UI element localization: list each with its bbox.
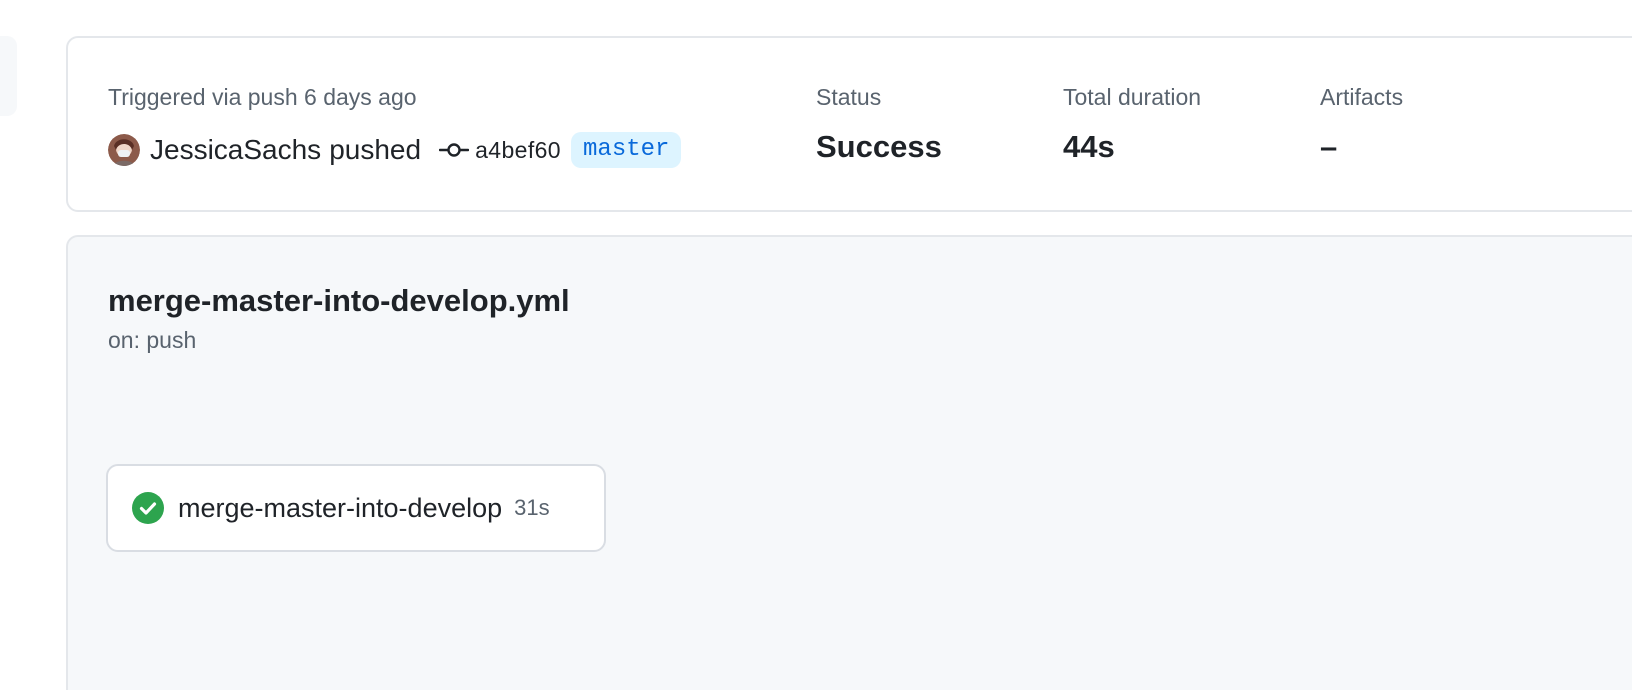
push-action-text: pushed [329,134,422,165]
check-circle-icon [132,492,164,524]
status-label: Status [816,84,882,110]
workflow-graph-card: merge-master-into-develop.yml on: push m… [66,235,1632,690]
trigger-description: Triggered via push 6 days ago [108,84,417,110]
duration-label: Total duration [1063,84,1202,110]
artifacts-stat: Artifacts – [1320,84,1403,165]
push-details: JessicaSachs pushed a4bef60 master [108,130,682,170]
duration-value: 44s [1063,129,1115,164]
artifacts-value: – [1320,129,1338,164]
job-name: merge-master-into-develop [178,492,503,523]
run-summary-card: Triggered via push 6 days ago JessicaSac… [66,36,1632,212]
workflow-trigger-text: on: push [108,327,197,353]
status-value: Success [816,129,942,164]
status-stat: Status Success [816,84,942,165]
job-duration: 31s [514,495,550,520]
workflow-run-page: Triggered via push 6 days ago JessicaSac… [0,0,1632,690]
git-commit-icon [439,143,470,157]
duration-stat: Total duration 44s [1063,84,1201,165]
workflow-filename[interactable]: merge-master-into-develop.yml [108,283,570,319]
artifacts-label: Artifacts [1320,84,1404,110]
user-avatar[interactable] [108,134,140,166]
job-card[interactable]: merge-master-into-develop 31s [106,464,606,552]
avatar-icon [108,134,140,166]
branch-badge[interactable]: master [571,132,682,168]
actor-link[interactable]: JessicaSachs [150,134,321,166]
commit-sha-link[interactable]: a4bef60 [475,137,561,164]
sidebar-edge [0,36,17,116]
